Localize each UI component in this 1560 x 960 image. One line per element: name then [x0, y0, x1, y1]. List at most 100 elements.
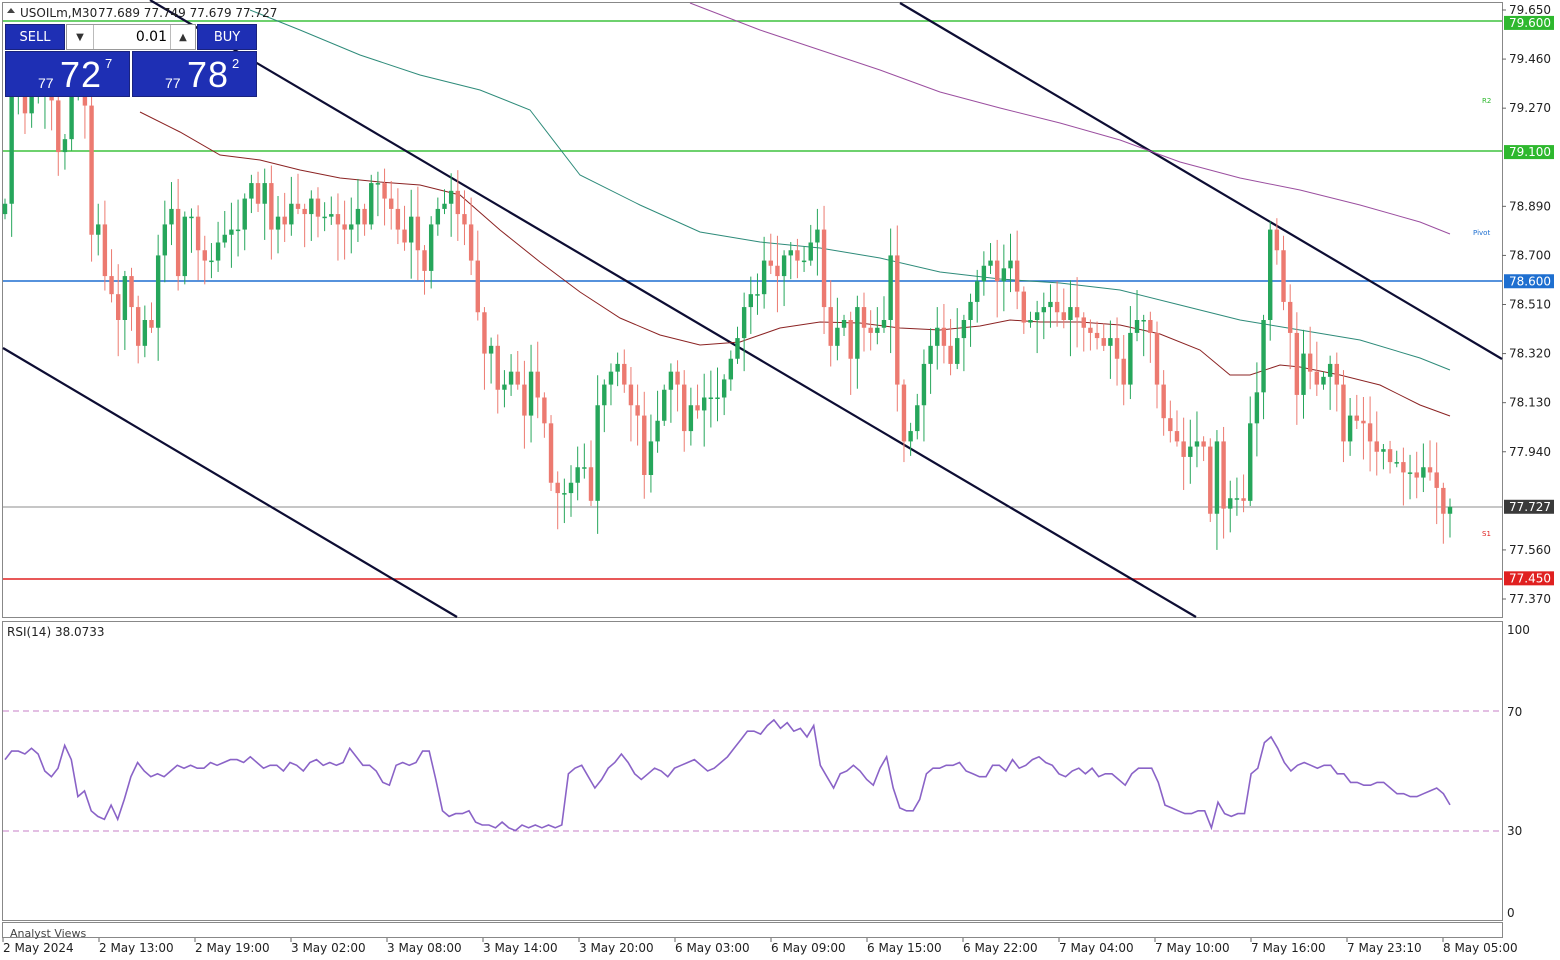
candle-body — [508, 371, 514, 385]
candle-body — [209, 260, 214, 263]
candle-body — [1234, 498, 1240, 500]
candle-body — [69, 95, 74, 140]
candle-body — [801, 260, 807, 263]
collapse-triangle-icon[interactable] — [7, 8, 15, 13]
buy-button[interactable]: BUY — [197, 24, 257, 50]
candle-body — [535, 371, 540, 398]
buy-price-prefix: 77 — [165, 75, 181, 91]
price-axis: 79.650 79.460 79.270 78.890 78.700 78.510 78.3… — [1502, 3, 1551, 606]
buy-price-box[interactable]: 77 78 2 — [132, 51, 257, 97]
candle-body — [1281, 250, 1286, 302]
rsi-axis-70: 70 — [1507, 705, 1522, 719]
candle-body — [1061, 312, 1066, 320]
lot-size-input[interactable] — [95, 25, 169, 49]
channel-upper-line[interactable] — [899, 2, 1503, 360]
candle-body — [142, 320, 148, 346]
candle-body — [1194, 441, 1200, 447]
candle-body — [395, 208, 401, 230]
candle-body — [1074, 307, 1080, 318]
candle-body — [149, 320, 154, 328]
candle-body — [915, 405, 920, 432]
candle-body — [608, 371, 614, 385]
candle-body — [1341, 384, 1346, 442]
candle-body — [861, 307, 867, 328]
candle-body — [1068, 307, 1073, 320]
candle-body — [1334, 363, 1339, 385]
candle-body — [741, 307, 747, 339]
channel-lower-line[interactable] — [2, 347, 458, 618]
candle-body — [329, 214, 334, 217]
candle-body — [369, 183, 374, 225]
candle-body — [415, 216, 421, 251]
candle-body — [615, 363, 620, 372]
candle-body — [242, 198, 247, 230]
candle-body — [462, 214, 467, 225]
candle-body — [362, 208, 367, 225]
channel-middle-line[interactable] — [149, 0, 1197, 618]
candle-body — [428, 224, 434, 271]
candle-body — [215, 242, 221, 261]
candle-body — [1307, 353, 1313, 372]
candle-body — [682, 384, 687, 432]
candle-body — [835, 327, 840, 346]
candle-body — [708, 397, 714, 399]
candle-body — [981, 265, 987, 282]
time-axis-label: 3 May 02:00 — [291, 941, 366, 955]
candle-body — [1081, 317, 1086, 328]
candle-body — [389, 198, 394, 209]
candle-body — [1321, 376, 1326, 385]
time-axis-label: 3 May 14:00 — [483, 941, 558, 955]
candle-body — [735, 338, 740, 359]
candle-body — [1427, 467, 1433, 473]
candle-body — [468, 224, 474, 261]
candle-body — [988, 260, 993, 266]
price-axis-label: 79.650 — [1509, 3, 1551, 17]
candle-body — [715, 397, 720, 399]
ma-fast-line — [139, 111, 1451, 417]
lot-increase-icon[interactable]: ▲ — [170, 25, 195, 49]
candle-body — [408, 216, 414, 243]
price-axis-label: 78.700 — [1509, 248, 1551, 262]
candle-body — [1021, 291, 1027, 323]
candle-body — [1168, 418, 1173, 432]
time-axis-label: 3 May 08:00 — [387, 941, 462, 955]
level-tag-label: 78.600 — [1509, 274, 1551, 288]
candle-body — [249, 183, 254, 199]
one-click-trading-panel: SELL ▼ ▲ BUY 77 72 7 77 78 2 — [5, 24, 257, 98]
candle-body — [1274, 229, 1280, 251]
sell-price-box[interactable]: 77 72 7 — [5, 51, 130, 97]
level-tag-label: 77.727 — [1509, 500, 1551, 514]
lot-decrease-icon[interactable]: ▼ — [67, 25, 94, 49]
candle-body — [1201, 441, 1206, 447]
candle-body — [122, 276, 128, 320]
time-axis-label: 7 May 10:00 — [1155, 941, 1230, 955]
candle-body — [455, 190, 461, 215]
trading-chart[interactable]: 79.650 79.460 79.270 78.890 78.700 78.510 78.3… — [0, 0, 1560, 960]
candle-body — [855, 307, 860, 359]
candle-body — [1034, 312, 1040, 320]
candle-body — [1208, 446, 1213, 514]
analyst-views-label[interactable]: Analyst Views — [10, 927, 86, 940]
sell-button[interactable]: SELL — [5, 24, 65, 50]
candle-body — [1188, 446, 1193, 457]
candle-body — [1294, 332, 1300, 395]
price-axis-label: 78.320 — [1509, 347, 1551, 361]
candle-body — [235, 229, 241, 232]
candle-body — [1088, 327, 1093, 333]
candle-body — [202, 250, 207, 261]
candle-body — [1387, 449, 1393, 463]
candle-body — [435, 208, 441, 225]
candle-body — [562, 493, 567, 495]
candle-body — [195, 216, 201, 251]
candle-body — [135, 307, 141, 346]
candle-body — [895, 255, 900, 385]
candle-body — [1367, 423, 1373, 442]
candle-body — [575, 467, 580, 483]
candle-body — [655, 420, 660, 442]
rsi-axis-30: 30 — [1507, 824, 1522, 838]
time-axis-label: 6 May 22:00 — [963, 941, 1038, 955]
candle-body — [482, 312, 487, 354]
candle-body — [568, 482, 574, 494]
candle-body — [1394, 462, 1399, 464]
candle-body — [688, 405, 694, 432]
